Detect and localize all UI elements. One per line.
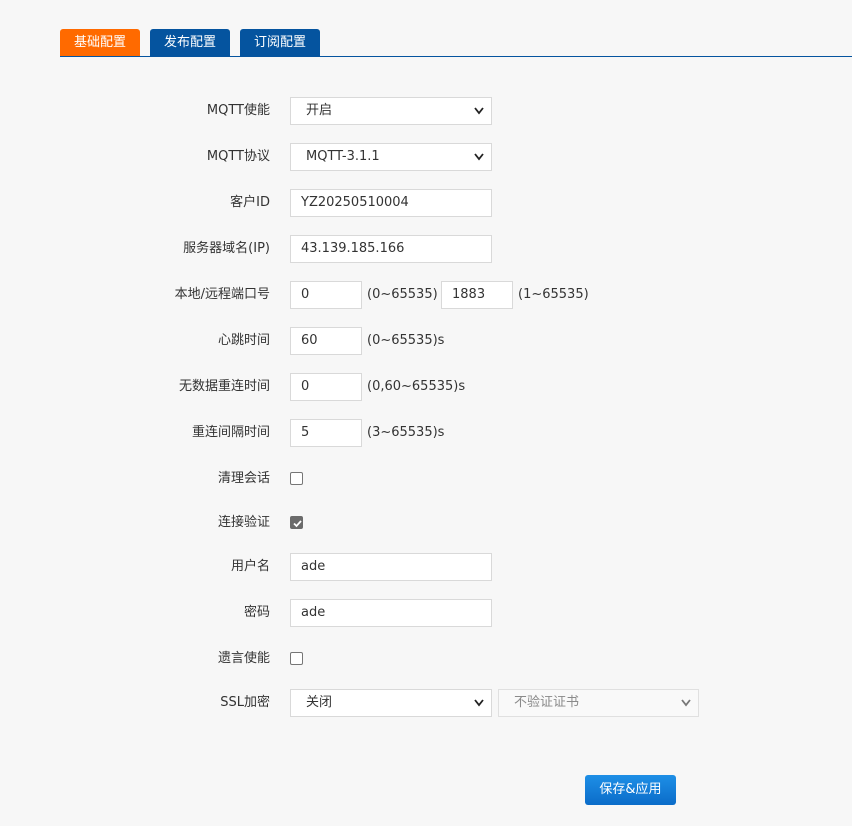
password-input[interactable]: ade [290, 599, 492, 627]
row-mqtt-enable: MQTT使能 开启 [0, 97, 852, 125]
reconnect-interval-label: 重连间隔时间 [191, 425, 270, 440]
row-no-data-reconnect: 无数据重连时间 0 (0,60~65535)s [0, 373, 852, 401]
mqtt-protocol-select[interactable]: MQTT-3.1.1 [290, 143, 492, 171]
row-ports: 本地/远程端口号 0 (0~65535) 1883 (1~65535) [0, 281, 852, 309]
row-mqtt-protocol: MQTT协议 MQTT-3.1.1 [0, 143, 852, 171]
mqtt-enable-label: MQTT使能 [206, 103, 270, 118]
tab-bar: 基础配置 发布配置 订阅配置 [60, 29, 330, 57]
server-input[interactable]: 43.139.185.166 [290, 235, 492, 263]
chevron-down-icon [474, 153, 484, 161]
row-clean-session: 清理会话 [0, 465, 852, 493]
tab-publish-config[interactable]: 发布配置 [150, 29, 231, 57]
tab-divider [60, 56, 852, 57]
save-apply-button[interactable]: 保存&应用 [585, 775, 676, 805]
no-data-reconnect-label: 无数据重连时间 [178, 379, 270, 394]
local-port-input[interactable]: 0 [290, 281, 362, 309]
mqtt-protocol-label: MQTT协议 [206, 149, 270, 164]
chevron-down-icon [681, 699, 691, 707]
server-label: 服务器域名(IP) [183, 241, 270, 256]
heartbeat-hint: (0~65535)s [367, 333, 445, 348]
clean-session-label: 清理会话 [217, 471, 270, 486]
row-reconnect-interval: 重连间隔时间 5 (3~65535)s [0, 419, 852, 447]
remote-port-hint: (1~65535) [518, 287, 589, 302]
local-port-hint: (0~65535) [367, 287, 438, 302]
checkmark-icon [293, 520, 302, 528]
password-label: 密码 [243, 605, 270, 620]
row-auth: 连接验证 [0, 509, 852, 537]
will-label: 遗言使能 [217, 651, 270, 666]
row-password: 密码 ade [0, 599, 852, 627]
ssl-cert-value: 不验证证书 [514, 695, 580, 710]
heartbeat-input[interactable]: 60 [290, 327, 362, 355]
chevron-down-icon [474, 107, 484, 115]
no-data-reconnect-hint: (0,60~65535)s [367, 379, 466, 394]
heartbeat-label: 心跳时间 [217, 333, 270, 348]
username-label: 用户名 [230, 559, 270, 574]
will-checkbox[interactable] [290, 652, 303, 665]
row-ssl: SSL加密 关闭 不验证证书 [0, 689, 852, 717]
mqtt-enable-value: 开启 [306, 103, 333, 118]
mqtt-config-page: 基础配置 发布配置 订阅配置 MQTT使能 开启 MQTT协议 MQTT-3.1… [0, 0, 852, 826]
remote-port-input[interactable]: 1883 [441, 281, 513, 309]
reconnect-interval-input[interactable]: 5 [290, 419, 362, 447]
tab-basic-config[interactable]: 基础配置 [60, 29, 141, 57]
row-username: 用户名 ade [0, 553, 852, 581]
client-id-input[interactable]: YZ20250510004 [290, 189, 492, 217]
tab-subscribe-config[interactable]: 订阅配置 [240, 29, 321, 57]
mqtt-protocol-value: MQTT-3.1.1 [306, 149, 380, 164]
auth-label: 连接验证 [217, 515, 270, 530]
ports-label: 本地/远程端口号 [174, 287, 270, 302]
username-input[interactable]: ade [290, 553, 492, 581]
ssl-value: 关闭 [306, 695, 333, 710]
row-client-id: 客户ID YZ20250510004 [0, 189, 852, 217]
no-data-reconnect-input[interactable]: 0 [290, 373, 362, 401]
row-heartbeat: 心跳时间 60 (0~65535)s [0, 327, 852, 355]
reconnect-interval-hint: (3~65535)s [367, 425, 445, 440]
row-will: 遗言使能 [0, 645, 852, 673]
row-server: 服务器域名(IP) 43.139.185.166 [0, 235, 852, 263]
ssl-cert-select[interactable]: 不验证证书 [498, 689, 699, 717]
client-id-label: 客户ID [230, 195, 270, 210]
ssl-select[interactable]: 关闭 [290, 689, 492, 717]
chevron-down-icon [474, 699, 484, 707]
mqtt-enable-select[interactable]: 开启 [290, 97, 492, 125]
auth-checkbox[interactable] [290, 516, 303, 529]
clean-session-checkbox[interactable] [290, 472, 303, 485]
ssl-label: SSL加密 [220, 695, 270, 710]
